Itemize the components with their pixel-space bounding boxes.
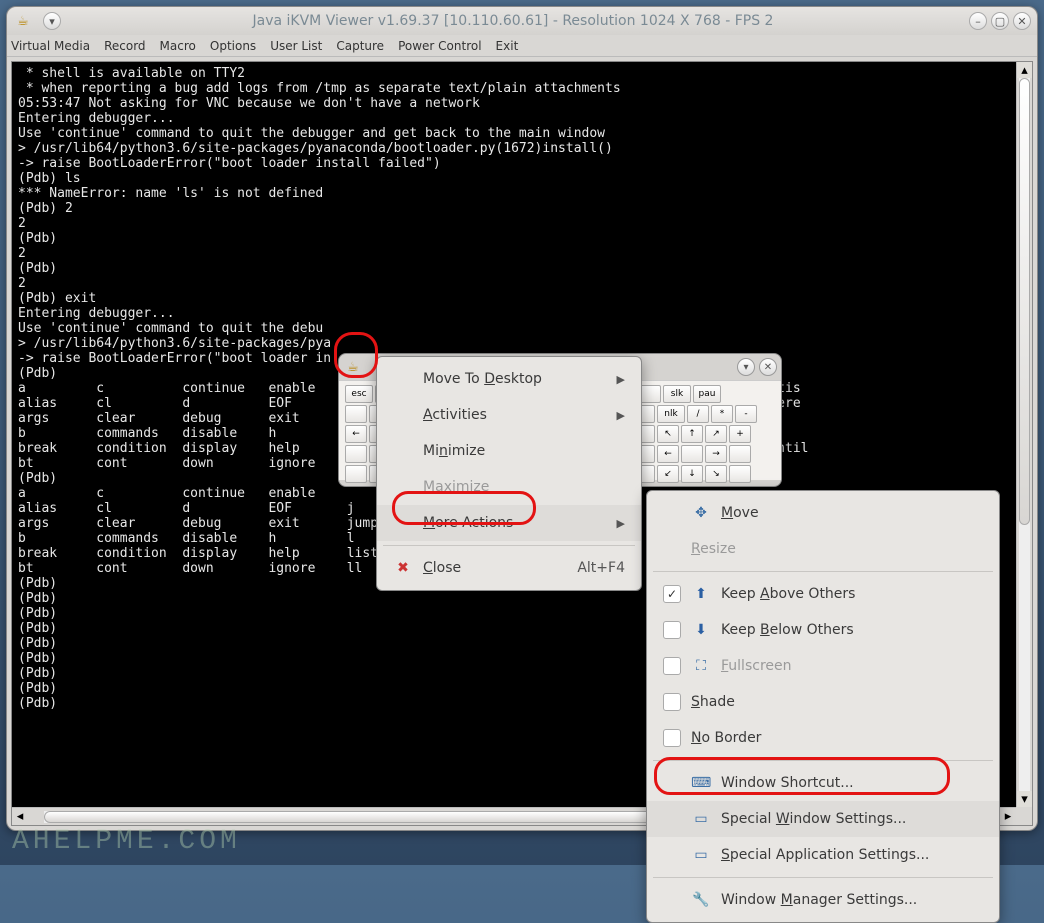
close-button[interactable]: ✕ bbox=[1013, 12, 1031, 30]
menu-item-keep-above-others[interactable]: ✓⬆Keep Above Others bbox=[647, 576, 999, 612]
kbd-key[interactable]: ↓ bbox=[681, 465, 703, 483]
menu-item-minimize[interactable]: Minimize bbox=[377, 433, 641, 469]
kbd-key[interactable]: ← bbox=[657, 445, 679, 463]
menu-item-maximize: Maximize bbox=[377, 469, 641, 505]
fullscreen-icon: ⛶ bbox=[691, 658, 711, 674]
titlebar: ☕ ▾ Java iKVM Viewer v1.69.37 [10.110.60… bbox=[7, 7, 1037, 35]
java-icon: ☕ bbox=[343, 357, 363, 377]
menu-item-special-application-settings-[interactable]: ▭Special Application Settings... bbox=[647, 837, 999, 873]
more-actions-submenu: ✥MoveResize ✓⬆Keep Above Others⬇Keep Belo… bbox=[646, 490, 1000, 923]
menu-item-resize: Resize bbox=[647, 531, 999, 567]
menu-item-more-actions[interactable]: More Actions▶ bbox=[377, 505, 641, 541]
scroll-thumb-v[interactable] bbox=[1019, 78, 1030, 525]
kbd-key[interactable] bbox=[345, 445, 367, 463]
menu-options[interactable]: Options bbox=[210, 39, 256, 53]
kbd-key[interactable]: + bbox=[729, 425, 751, 443]
special-application-settings--icon: ▭ bbox=[691, 847, 711, 863]
kbd-key[interactable] bbox=[345, 405, 367, 423]
menubar: Virtual Media Record Macro Options User … bbox=[7, 35, 1037, 57]
menu-item-no-border[interactable]: No Border bbox=[647, 720, 999, 756]
scroll-thumb-h[interactable] bbox=[44, 811, 702, 823]
vertical-scrollbar[interactable]: ▴ ▾ bbox=[1016, 62, 1032, 807]
close-icon: ✖ bbox=[393, 560, 413, 576]
menu-user-list[interactable]: User List bbox=[270, 39, 322, 53]
kbd-key[interactable] bbox=[639, 385, 661, 403]
window-title: Java iKVM Viewer v1.69.37 [10.110.60.61]… bbox=[61, 13, 965, 29]
scroll-up-arrow[interactable]: ▴ bbox=[1017, 62, 1032, 78]
maximize-button[interactable]: ▢ bbox=[991, 12, 1009, 30]
kbd-key[interactable]: ↖ bbox=[657, 425, 679, 443]
menu-item-move-to-desktop[interactable]: Move To Desktop▶ bbox=[377, 361, 641, 397]
menu-record[interactable]: Record bbox=[104, 39, 145, 53]
kbd-close-button[interactable]: ✕ bbox=[759, 358, 777, 376]
kbd-key[interactable]: ← bbox=[345, 425, 367, 443]
kbd-key[interactable]: - bbox=[735, 405, 757, 423]
menu-item-special-window-settings-[interactable]: ▭Special Window Settings... bbox=[647, 801, 999, 837]
menu-item-activities[interactable]: Activities▶ bbox=[377, 397, 641, 433]
menu-item-shade[interactable]: Shade bbox=[647, 684, 999, 720]
special-window-settings--icon: ▭ bbox=[691, 811, 711, 827]
window-context-menu: Move To Desktop▶Activities▶MinimizeMaxim… bbox=[376, 356, 642, 591]
menu-item-window-manager-settings-[interactable]: 🔧Window Manager Settings... bbox=[647, 882, 999, 918]
kbd-key[interactable]: nlk bbox=[657, 405, 685, 423]
java-icon: ☕ bbox=[13, 11, 33, 31]
kbd-min-button[interactable]: ▾ bbox=[737, 358, 755, 376]
kbd-key[interactable] bbox=[729, 465, 751, 483]
scroll-down-arrow[interactable]: ▾ bbox=[1017, 791, 1032, 807]
menu-virtual-media[interactable]: Virtual Media bbox=[11, 39, 90, 53]
menu-item-keep-below-others[interactable]: ⬇Keep Below Others bbox=[647, 612, 999, 648]
kbd-key[interactable]: * bbox=[711, 405, 733, 423]
kbd-key[interactable]: ↗ bbox=[705, 425, 727, 443]
kbd-key[interactable]: → bbox=[705, 445, 727, 463]
menu-item-fullscreen: ⛶Fullscreen bbox=[647, 648, 999, 684]
kbd-key[interactable] bbox=[729, 445, 751, 463]
kbd-key[interactable]: ↙ bbox=[657, 465, 679, 483]
watermark: AHELPME.COM bbox=[12, 826, 241, 857]
minimize-button[interactable]: – bbox=[969, 12, 987, 30]
keep-above-others-icon: ⬆ bbox=[691, 586, 711, 602]
kbd-key[interactable]: / bbox=[687, 405, 709, 423]
keep-below-others-icon: ⬇ bbox=[691, 622, 711, 638]
menu-item-close[interactable]: ✖CloseAlt+F4 bbox=[377, 550, 641, 586]
kbd-key[interactable]: ↑ bbox=[681, 425, 703, 443]
menu-capture[interactable]: Capture bbox=[336, 39, 384, 53]
menu-exit[interactable]: Exit bbox=[496, 39, 519, 53]
menu-item-window-shortcut-[interactable]: ⌨Window Shortcut... bbox=[647, 765, 999, 801]
menu-power-control[interactable]: Power Control bbox=[398, 39, 481, 53]
titlebar-btn-left[interactable]: ▾ bbox=[43, 12, 61, 30]
move-icon: ✥ bbox=[691, 505, 711, 521]
kbd-key[interactable] bbox=[681, 445, 703, 463]
kbd-key[interactable]: slk bbox=[663, 385, 691, 403]
window-shortcut--icon: ⌨ bbox=[691, 775, 711, 791]
kbd-key[interactable]: esc bbox=[345, 385, 373, 403]
menu-item-move[interactable]: ✥Move bbox=[647, 495, 999, 531]
kbd-key[interactable]: pau bbox=[693, 385, 721, 403]
kbd-key[interactable]: ↘ bbox=[705, 465, 727, 483]
window-manager-settings--icon: 🔧 bbox=[691, 892, 711, 908]
menu-macro[interactable]: Macro bbox=[160, 39, 196, 53]
kbd-key[interactable] bbox=[345, 465, 367, 483]
